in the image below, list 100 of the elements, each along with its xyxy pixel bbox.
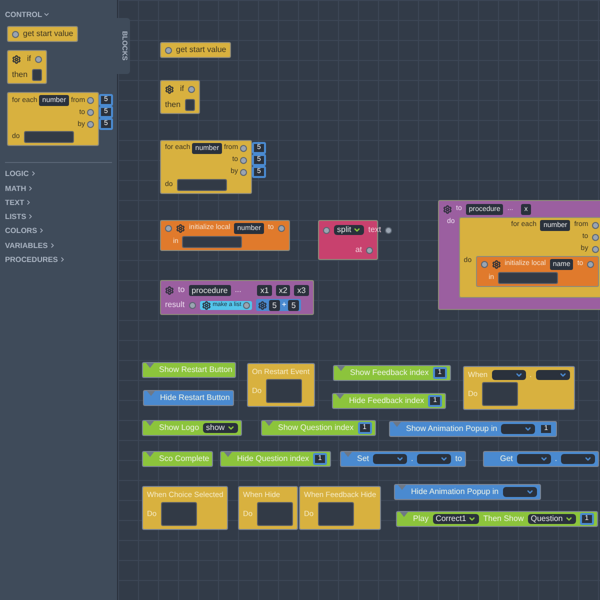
connector-icon — [385, 226, 392, 234]
block-label: if — [27, 53, 31, 66]
gear-icon[interactable] — [176, 224, 185, 233]
chevron-icon — [468, 515, 476, 523]
block-label: at — [355, 244, 362, 256]
variable-field[interactable]: 5 — [288, 300, 299, 310]
variable-field[interactable]: 5 — [269, 300, 280, 310]
gear-icon[interactable] — [492, 260, 501, 269]
dropdown[interactable]: Correct1 — [432, 514, 480, 524]
block-label: if — [180, 83, 184, 95]
notch-icon — [146, 452, 154, 457]
variable-field[interactable]: procedure — [188, 284, 231, 296]
notch-icon — [393, 422, 401, 427]
block-label: get start value — [23, 28, 74, 40]
notch-icon — [146, 363, 154, 368]
connector-icon — [188, 302, 196, 308]
gear-icon[interactable] — [165, 84, 174, 94]
notch-icon — [337, 366, 345, 371]
connector-icon — [480, 261, 488, 268]
variable-field[interactable]: x2 — [276, 284, 290, 296]
block-label: to — [455, 453, 462, 465]
dropdown[interactable]: show — [203, 423, 238, 433]
notch-icon — [336, 394, 344, 399]
block-slot — [32, 69, 42, 82]
notch-icon — [265, 421, 273, 426]
block-label: . — [411, 453, 414, 465]
chevron-icon — [558, 370, 567, 378]
if-block[interactable]: if then — [7, 50, 47, 84]
gear-icon[interactable] — [165, 286, 174, 294]
block-label: get start value — [176, 44, 226, 56]
chevron-icon — [440, 455, 448, 463]
dropdown[interactable] — [536, 370, 570, 380]
notch-icon — [224, 452, 232, 457]
chevron-icon — [226, 424, 235, 432]
block-label: + — [282, 299, 286, 311]
block-label: ... — [234, 284, 242, 296]
notch-icon — [344, 452, 352, 457]
chevron-icon — [524, 425, 532, 433]
block-label: . — [554, 453, 558, 465]
gear-icon[interactable] — [202, 300, 211, 310]
math-block[interactable]: 5 + 5 — [256, 299, 301, 311]
block-slot — [24, 131, 74, 144]
variable-field[interactable]: x3 — [294, 284, 309, 296]
notch-icon — [400, 512, 408, 517]
connector-icon — [188, 86, 195, 92]
getter-block[interactable]: get start value — [7, 26, 78, 42]
dropdown[interactable] — [373, 454, 408, 464]
connector-icon — [165, 225, 172, 232]
if-block[interactable]: if then — [160, 80, 200, 114]
notch-icon — [146, 421, 154, 426]
block-label: Show Restart Button — [159, 364, 232, 376]
block-label: Show Animation Popup in — [406, 423, 498, 435]
block-label: Hide Restart Button — [160, 392, 230, 404]
gear-icon[interactable] — [258, 300, 268, 310]
block-label: Then Show — [483, 513, 524, 525]
notch-icon — [147, 391, 155, 396]
block-label: Hide Animation Popup in — [411, 486, 499, 498]
dropdown[interactable] — [502, 487, 537, 497]
chevron-icon — [584, 455, 592, 463]
dropdown[interactable] — [492, 370, 526, 380]
chevron-icon — [353, 226, 362, 234]
block-label: to — [178, 284, 185, 296]
connector-icon — [165, 46, 172, 54]
block-label: then — [165, 99, 181, 111]
connector-icon — [278, 225, 285, 232]
block-slot — [482, 382, 518, 406]
gear-icon[interactable] — [12, 54, 21, 64]
variable-field[interactable]: x1 — [257, 284, 272, 296]
block-label: Hide Question index — [237, 453, 310, 465]
notch-icon — [398, 485, 406, 490]
block-slot — [176, 179, 227, 191]
block-label: Play — [413, 513, 429, 525]
chevron-icon — [540, 455, 548, 463]
dropdown[interactable] — [516, 454, 551, 464]
dropdown[interactable] — [501, 424, 536, 434]
dropdown[interactable] — [561, 454, 596, 464]
dropdown[interactable]: split — [334, 225, 364, 235]
block-label: Hide Feedback index — [349, 395, 424, 407]
block-slot — [160, 502, 197, 526]
connector-icon — [366, 246, 373, 254]
connector-icon — [12, 30, 19, 38]
chevron-icon — [514, 370, 523, 378]
block-slot — [256, 502, 293, 526]
caret-icon — [43, 11, 50, 18]
connector-icon — [35, 56, 42, 63]
dropdown[interactable]: Question — [528, 514, 576, 524]
block-label: result — [165, 299, 185, 311]
chevron-icon — [526, 488, 534, 496]
block-slot — [318, 502, 354, 526]
block-label: Show Question index — [278, 422, 354, 434]
block-label: Show Feedback index — [350, 367, 429, 379]
block-slot — [184, 99, 195, 111]
statement-block[interactable]: Show Logo show — [142, 420, 242, 436]
block-label: Set — [357, 453, 370, 465]
getter-block[interactable]: get start value — [160, 42, 232, 58]
gear-icon[interactable] — [443, 205, 452, 214]
block-label: then — [12, 69, 28, 82]
dropdown[interactable] — [417, 454, 452, 464]
block-label: Show Logo — [159, 422, 200, 434]
block-label: Sco Complete — [159, 453, 210, 465]
